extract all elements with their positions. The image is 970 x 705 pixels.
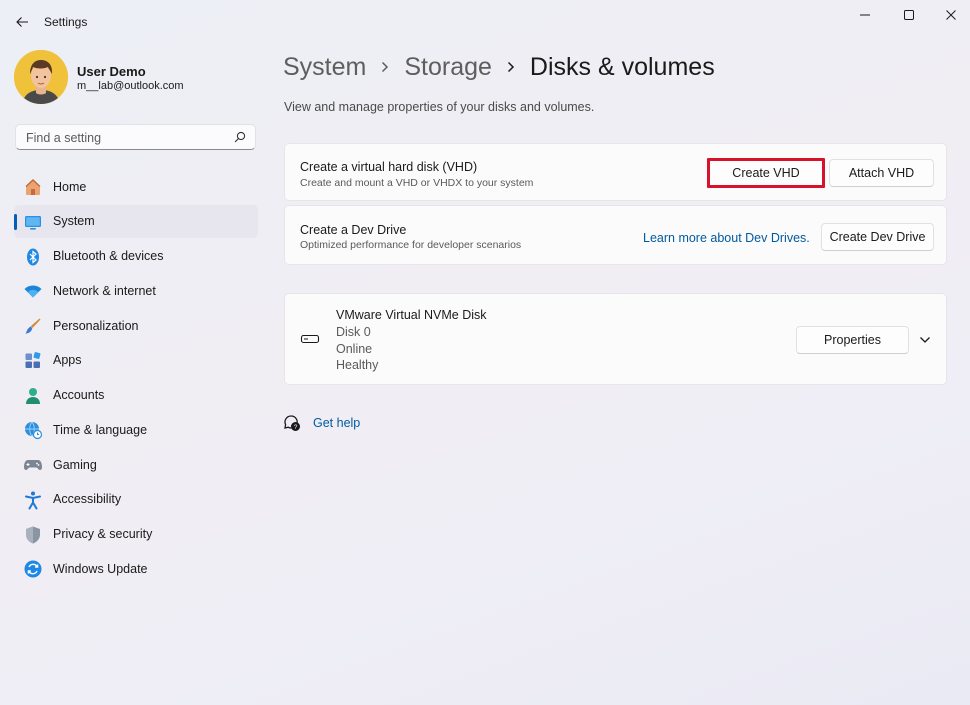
sidebar-item-label: System [53,214,95,229]
sidebar-item-label: Apps [53,353,82,368]
vhd-card: Create a virtual hard disk (VHD) Create … [284,143,947,201]
attach-vhd-button[interactable]: Attach VHD [829,159,934,187]
search-icon[interactable] [234,131,246,143]
expand-button[interactable] [915,330,935,350]
vhd-card-subtitle: Create and mount a VHD or VHDX to your s… [300,177,534,189]
avatar [14,50,68,104]
disk-number: Disk 0 [336,325,371,339]
sidebar-item-label: Windows Update [53,561,148,576]
learn-more-dev-drives-link[interactable]: Learn more about Dev Drives. [643,231,810,245]
properties-button[interactable]: Properties [796,326,909,354]
page-description: View and manage properties of your disks… [284,100,595,114]
sidebar-item-apps[interactable]: Apps [14,344,258,377]
sidebar-item-label: Time & language [53,422,148,437]
user-name: User Demo [77,64,146,79]
chevron-right-icon [374,50,396,84]
vhd-card-title: Create a virtual hard disk (VHD) [300,160,478,174]
get-help[interactable]: ? Get help [283,413,360,433]
sidebar-item-label: Bluetooth & devices [53,249,164,263]
app-title: Settings [44,15,88,29]
accessibility-icon [25,491,41,510]
chevron-down-icon [920,337,930,343]
dev-drive-card-title: Create a Dev Drive [300,223,407,237]
avatar-image [14,50,68,104]
create-vhd-button[interactable]: Create VHD [707,158,825,188]
windows-update-icon [24,560,42,578]
user-profile[interactable]: User Demo m__lab@outlook.com [14,50,264,105]
disk-name: VMware Virtual NVMe Disk [336,308,487,322]
sidebar-item-personalization[interactable]: Personalization [14,309,258,342]
maximize-icon [904,10,914,20]
close-button[interactable] [928,2,970,28]
sidebar-nav: Home System Bluetooth & devices Network … [14,170,258,587]
sidebar-item-privacy-security[interactable]: Privacy & security [14,518,258,551]
sidebar-item-label: Accessibility [53,492,122,507]
system-icon [25,215,41,230]
sidebar-item-network[interactable]: Network & internet [14,274,258,307]
back-arrow-icon [16,17,28,27]
sidebar-item-label: Accounts [53,388,105,402]
settings-window: Settings User Demo m__lab@outlook.com Fi… [0,0,970,705]
page-title: Disks & volumes [529,52,715,81]
personalization-icon [25,318,41,334]
breadcrumb-system[interactable]: System [283,53,366,82]
disk-status: Online [336,342,373,356]
sidebar-item-bluetooth[interactable]: Bluetooth & devices [14,240,258,273]
sidebar-item-label: Home [53,179,87,194]
sidebar-item-home[interactable]: Home [14,170,258,203]
breadcrumb-storage[interactable]: Storage [404,53,492,82]
title-bar: Settings [0,0,970,44]
sidebar-item-time-language[interactable]: Time & language [14,413,258,446]
sidebar-item-label: Network & internet [53,283,156,298]
create-dev-drive-button[interactable]: Create Dev Drive [821,223,934,251]
sidebar-item-label: Privacy & security [53,527,153,541]
sidebar-item-gaming[interactable]: Gaming [14,448,258,481]
sidebar-item-accounts[interactable]: Accounts [14,379,258,412]
dev-drive-card: Create a Dev Drive Optimized performance… [284,205,947,265]
dev-drive-card-subtitle: Optimized performance for developer scen… [300,239,522,251]
minimize-icon [860,14,870,16]
drive-icon [300,334,320,344]
help-icon: ? [284,415,300,431]
disk-health: Healthy [336,358,379,372]
time-language-icon [25,421,43,440]
maximize-button[interactable] [886,2,932,28]
search-input[interactable] [24,128,228,148]
bluetooth-icon [27,248,39,265]
sidebar-item-windows-update[interactable]: Windows Update [14,552,258,585]
apps-icon [25,351,41,368]
breadcrumb: System Storage Disks & volumes [283,50,715,84]
search-box[interactable] [15,124,256,150]
sidebar-item-accessibility[interactable]: Accessibility [14,483,258,516]
user-email: m__lab@outlook.com [77,80,184,92]
accounts-icon [26,387,40,404]
home-icon [25,179,41,195]
get-help-link[interactable]: Get help [313,416,360,430]
gaming-icon [24,460,42,470]
disk-card[interactable]: VMware Virtual NVMe Disk Disk 0 Online H… [284,293,947,385]
chevron-right-icon [500,50,522,84]
close-icon [946,10,956,20]
minimize-button[interactable] [842,2,888,28]
svg-text:?: ? [294,424,298,431]
back-button[interactable] [8,8,36,36]
sidebar-item-system[interactable]: System [14,204,258,238]
network-icon [24,285,42,298]
sidebar-item-label: Gaming [53,457,97,472]
shield-icon [26,526,40,543]
sidebar-item-label: Personalization [53,318,139,333]
